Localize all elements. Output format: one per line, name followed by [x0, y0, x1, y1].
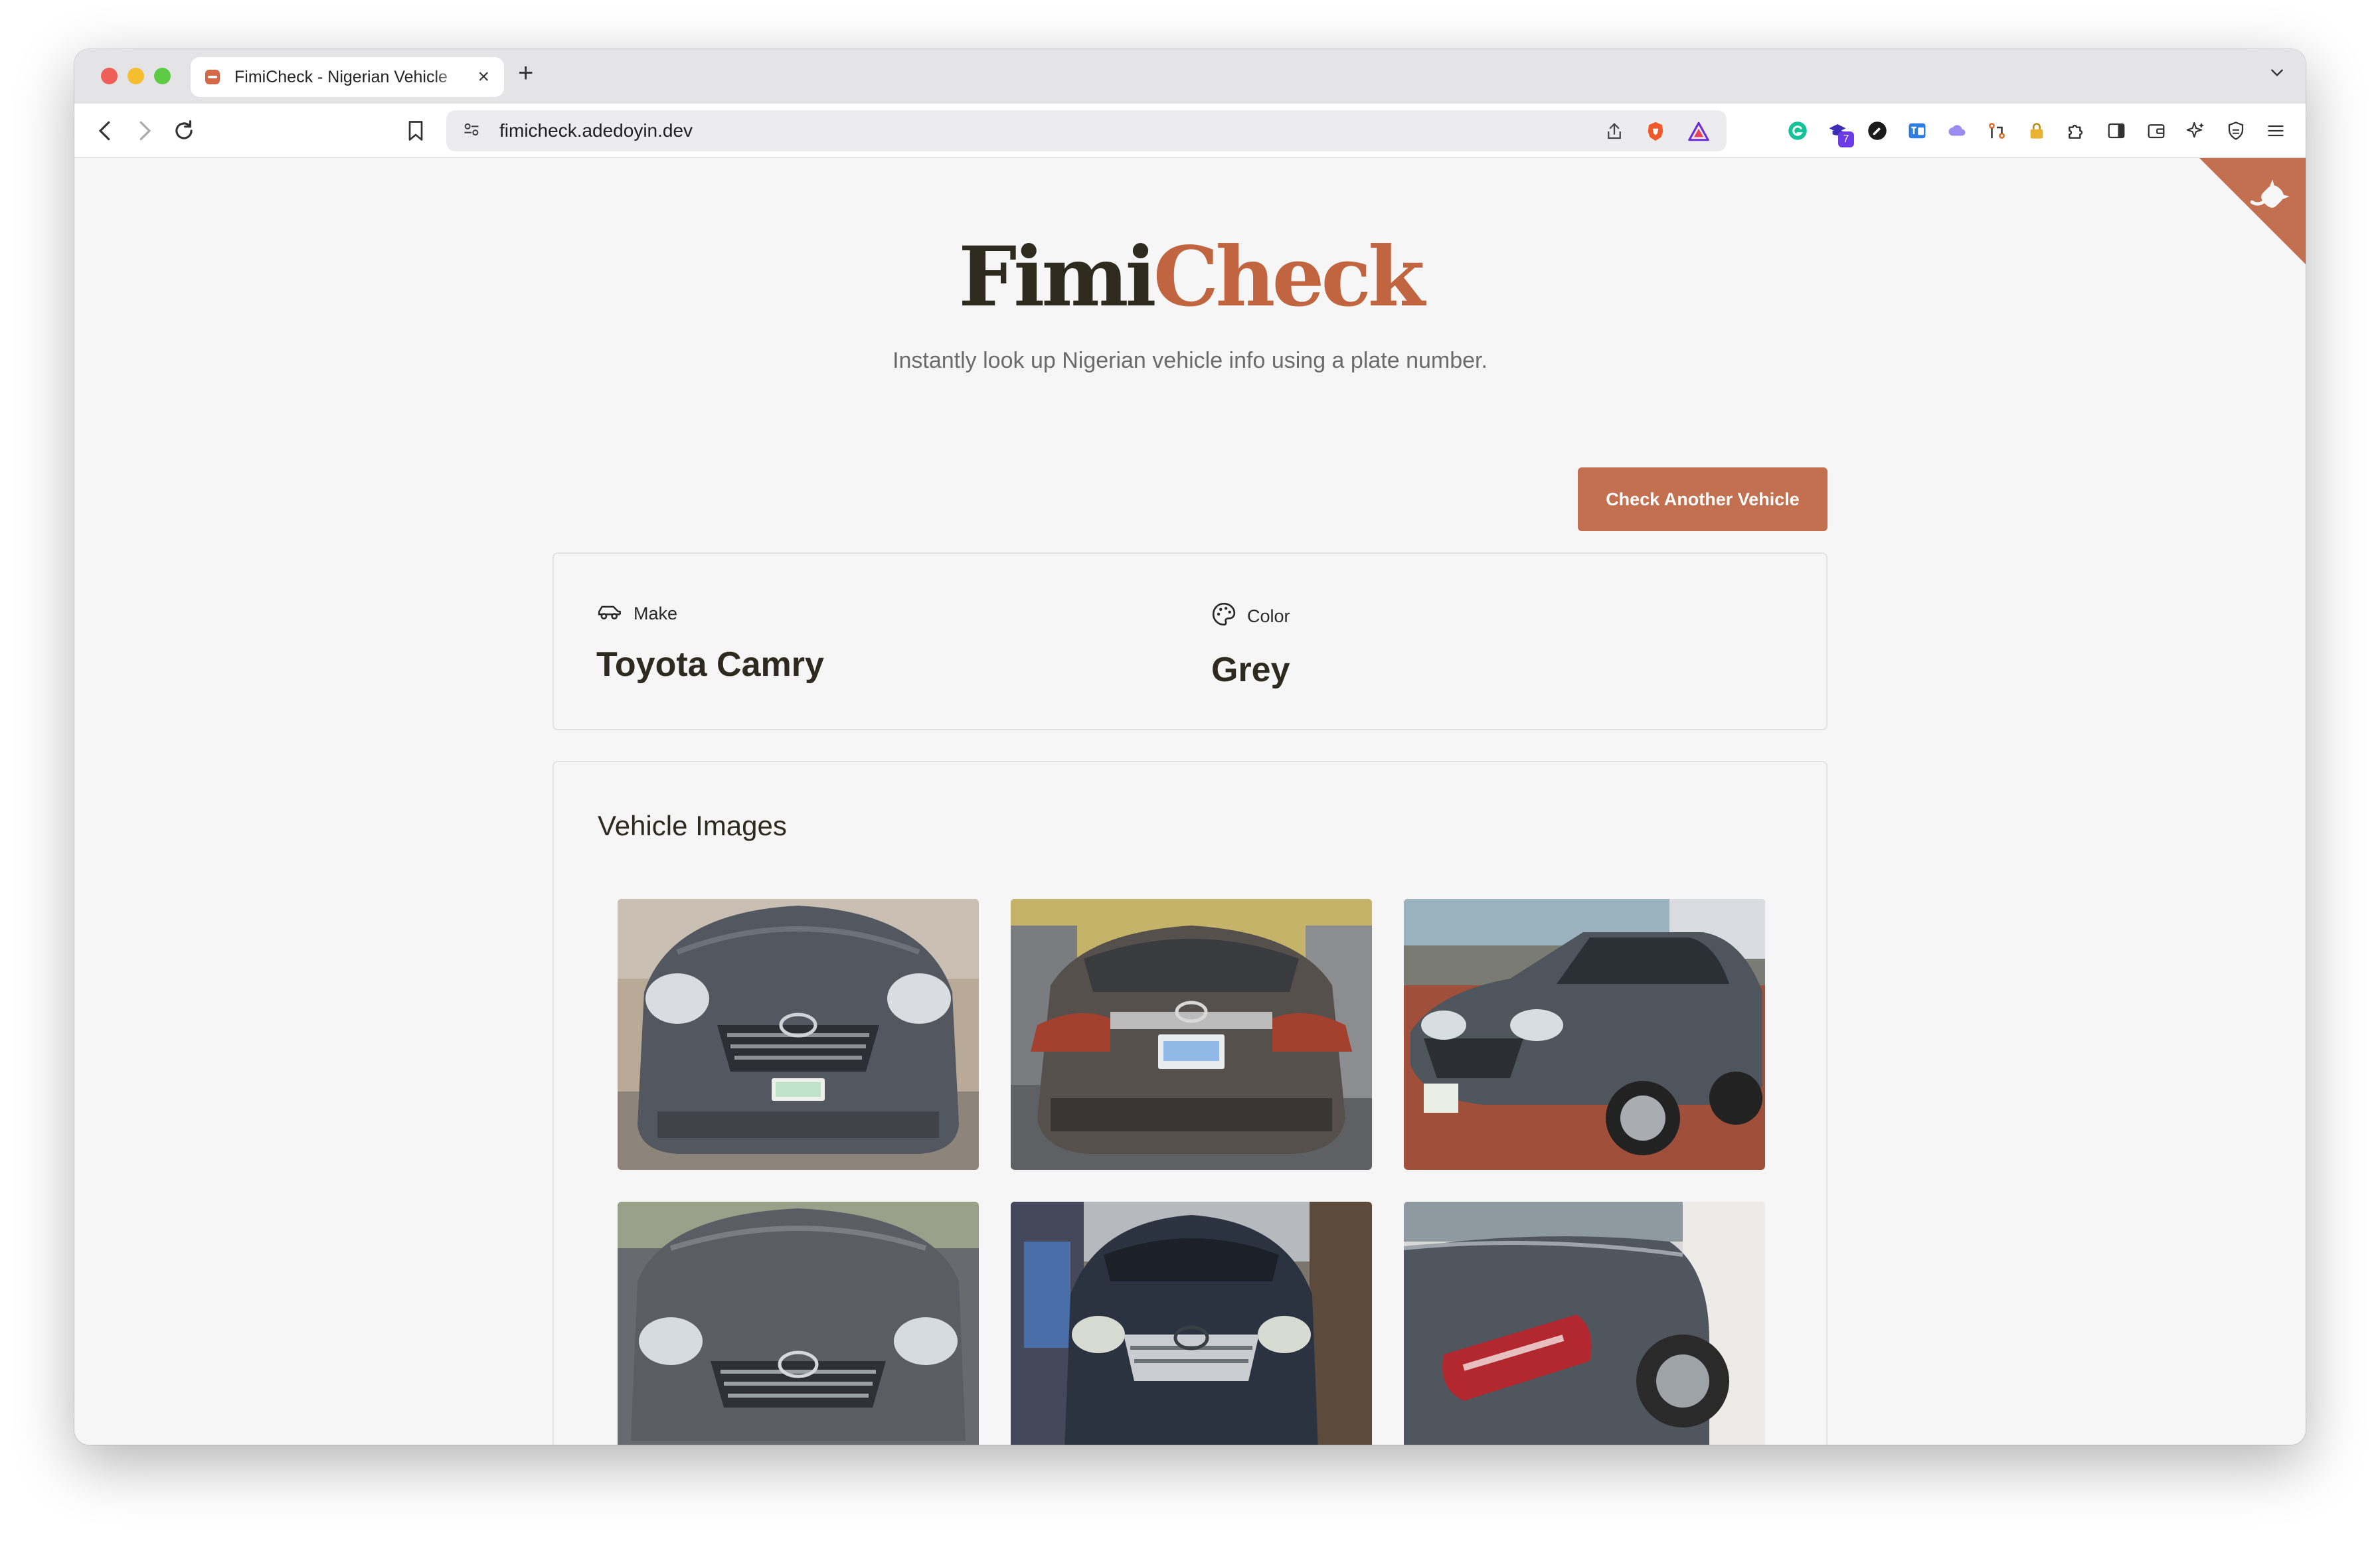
vehicle-image-5[interactable]: [1011, 1202, 1372, 1445]
back-arrow-icon[interactable]: [93, 118, 118, 143]
cloud-extension-icon[interactable]: [1946, 120, 1968, 142]
make-label-row: Make: [596, 602, 824, 626]
wallet-icon[interactable]: [2145, 120, 2168, 142]
browser-toolbar: fimicheck.adedoyin.dev 7: [74, 104, 2306, 158]
window-minimize-button[interactable]: [128, 68, 144, 84]
extensions-area: 7: [1786, 120, 2287, 147]
brand-part-1: Fimi: [958, 229, 1156, 325]
vehicle-image-1[interactable]: [618, 899, 979, 1170]
new-tab-button[interactable]: +: [518, 60, 533, 86]
tab-bar: FimiCheck - Nigerian Vehicle × +: [74, 49, 2306, 104]
car-icon: [596, 602, 623, 626]
color-value: Grey: [1211, 651, 1290, 689]
tab-close-icon[interactable]: ×: [477, 67, 489, 87]
address-bar[interactable]: fimicheck.adedoyin.dev: [446, 110, 1727, 151]
site-settings-icon[interactable]: [462, 120, 481, 142]
sidebar-toggle-icon[interactable]: [2105, 120, 2128, 142]
vehicle-image-6[interactable]: [1404, 1202, 1765, 1445]
share-icon[interactable]: [1604, 121, 1624, 145]
tagline: Instantly look up Nigerian vehicle info …: [892, 348, 1488, 373]
tab-title: FimiCheck - Nigerian Vehicle: [234, 67, 448, 86]
page-content: FimiCheck Instantly look up Nigerian veh…: [74, 158, 2306, 1445]
window-close-button[interactable]: [101, 68, 118, 84]
vehicle-image-2[interactable]: [1011, 899, 1372, 1170]
site-favicon-icon: [205, 70, 220, 84]
vehicle-info-card: Make Toyota Camry Color Grey: [552, 552, 1828, 730]
reload-icon[interactable]: [171, 118, 197, 143]
brave-shields-icon[interactable]: [1644, 120, 1667, 147]
vehicle-images-card: Vehicle Images: [552, 761, 1828, 1445]
vehicle-image-3[interactable]: [1404, 899, 1765, 1170]
bookmark-icon[interactable]: [404, 118, 428, 143]
leo-ai-sparkle-icon[interactable]: [2185, 120, 2207, 142]
forward-arrow-icon[interactable]: [131, 118, 157, 143]
make-label: Make: [634, 604, 678, 623]
lock-extension-icon[interactable]: [2025, 120, 2048, 142]
graduation-cap-extension-icon[interactable]: 7: [1826, 120, 1854, 147]
brave-rewards-icon[interactable]: [1687, 120, 1711, 146]
make-field: Make Toyota Camry: [596, 602, 824, 685]
translate-extension-icon[interactable]: [1906, 120, 1928, 142]
browser-tab-active[interactable]: FimiCheck - Nigerian Vehicle ×: [191, 57, 504, 97]
grammarly-icon[interactable]: [1786, 120, 1809, 142]
extensions-puzzle-icon[interactable]: [2065, 120, 2088, 142]
check-another-vehicle-button[interactable]: Check Another Vehicle: [1578, 467, 1828, 531]
extension-badge: 7: [1838, 131, 1854, 147]
palette-icon: [1211, 602, 1236, 631]
url-text[interactable]: fimicheck.adedoyin.dev: [499, 120, 693, 141]
make-value: Toyota Camry: [596, 645, 824, 684]
vehicle-images-title: Vehicle Images: [598, 810, 787, 841]
vpn-shield-icon[interactable]: [2225, 120, 2247, 142]
window-maximize-button[interactable]: [154, 68, 171, 84]
pull-request-extension-icon[interactable]: [1986, 120, 2008, 142]
dark-reader-icon[interactable]: [1866, 120, 1889, 142]
color-field: Color Grey: [1211, 602, 1290, 690]
brand-part-2: Check: [1153, 229, 1425, 325]
brand-logo: FimiCheck: [74, 236, 2306, 319]
color-label-row: Color: [1211, 602, 1290, 631]
browser-window: FimiCheck - Nigerian Vehicle × + fimiche…: [74, 49, 2306, 1445]
color-label: Color: [1247, 606, 1290, 626]
menu-hamburger-icon[interactable]: [2264, 120, 2287, 142]
tab-list-chevron-icon[interactable]: [2268, 64, 2286, 84]
vehicle-image-4[interactable]: [618, 1202, 979, 1445]
